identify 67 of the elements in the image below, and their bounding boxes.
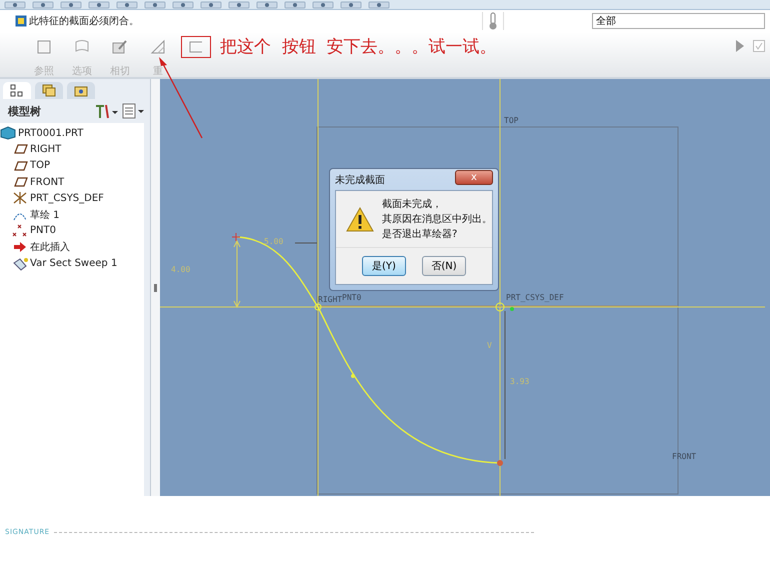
dimension-label: 3.93 <box>510 377 530 386</box>
axes-icon <box>12 191 28 206</box>
tree-item[interactable]: FRONT <box>0 174 144 190</box>
reference-label: TOP <box>504 116 518 125</box>
tree-item[interactable]: PRT_CSYS_DEF <box>0 190 144 206</box>
dimension-label: 4.00 <box>171 265 190 274</box>
tree-item[interactable]: Var Sect Sweep 1 <box>0 255 144 272</box>
points-icon <box>12 224 28 238</box>
toolbar-icon <box>172 1 194 9</box>
tree-item[interactable]: TOP <box>0 158 144 174</box>
dialog-button[interactable]: 是(Y) <box>362 256 406 276</box>
pencil-icon <box>111 38 129 56</box>
toolbar-icon <box>256 1 278 9</box>
plane-icon <box>12 158 28 173</box>
layers-icon <box>42 84 56 97</box>
dialog-button[interactable]: 否(N) <box>422 256 466 276</box>
tree-item[interactable]: PRT0001.PRT <box>0 125 144 142</box>
tree-item[interactable]: RIGHT <box>0 141 144 158</box>
dimension-label: V <box>487 341 492 350</box>
tools-dropdown-icon <box>94 103 118 119</box>
tree-item[interactable]: 草绘 1 <box>0 206 144 223</box>
dialog-message: 其原因在消息区中列出。 <box>382 212 492 226</box>
dialog-title: 未完成截面 <box>335 174 385 186</box>
toolbar-icon <box>144 1 166 9</box>
toolbar-icon <box>340 1 362 9</box>
arrow-icon <box>12 240 28 254</box>
plane-icon <box>12 175 28 190</box>
warning-icon <box>346 206 374 232</box>
sweep-icon <box>12 256 28 271</box>
play-icon <box>736 40 744 52</box>
dialog-message: 是否退出草绘器? <box>382 228 458 241</box>
toolbar-icon <box>32 1 54 9</box>
toolbar-icon <box>4 1 26 9</box>
checkbox-icon <box>753 40 765 52</box>
toolbar-icon <box>88 1 110 9</box>
toolbar-icon <box>312 1 334 9</box>
annotation-text: 把这个 按钮 安下去。。。试一试。 <box>220 36 497 58</box>
folder-icon <box>74 84 88 97</box>
dimension-label: 5.00 <box>264 237 284 246</box>
plane-icon <box>12 142 28 156</box>
dialog-message: 截面未完成， <box>382 198 443 211</box>
toolbar-icon <box>60 1 82 9</box>
tree-item[interactable]: 在此插入 <box>0 239 144 256</box>
reference-label: FRONT <box>672 452 696 461</box>
panel-title: 模型树 <box>8 104 41 118</box>
splitter-handle[interactable] <box>154 284 157 292</box>
toolbar-icon <box>228 1 250 9</box>
thermometer-icon <box>482 12 504 30</box>
message-text: 此特征的截面必须闭合。 <box>29 14 139 28</box>
list-dropdown-icon <box>122 103 146 119</box>
toolbar-icon <box>284 1 306 9</box>
square-icon <box>35 38 53 56</box>
reference-label: RIGHT <box>318 295 342 304</box>
reference-label: PRT_CSYS_DEF <box>506 293 564 302</box>
part-icon <box>0 126 16 140</box>
toolbar-icon <box>116 1 138 9</box>
filter-field[interactable]: 全部 <box>592 13 765 29</box>
tree-item[interactable]: PNT0 <box>0 222 144 240</box>
reference-label: PNT0 <box>342 293 362 302</box>
panel-tab[interactable] <box>35 82 63 99</box>
triangle-icon <box>149 38 167 56</box>
toolbar-icon <box>200 1 222 9</box>
toolbar-icon <box>368 1 390 9</box>
tree-icon <box>10 84 24 97</box>
message-icon <box>15 15 27 27</box>
panel-tab[interactable] <box>3 82 31 99</box>
panel-tab[interactable] <box>67 82 95 99</box>
